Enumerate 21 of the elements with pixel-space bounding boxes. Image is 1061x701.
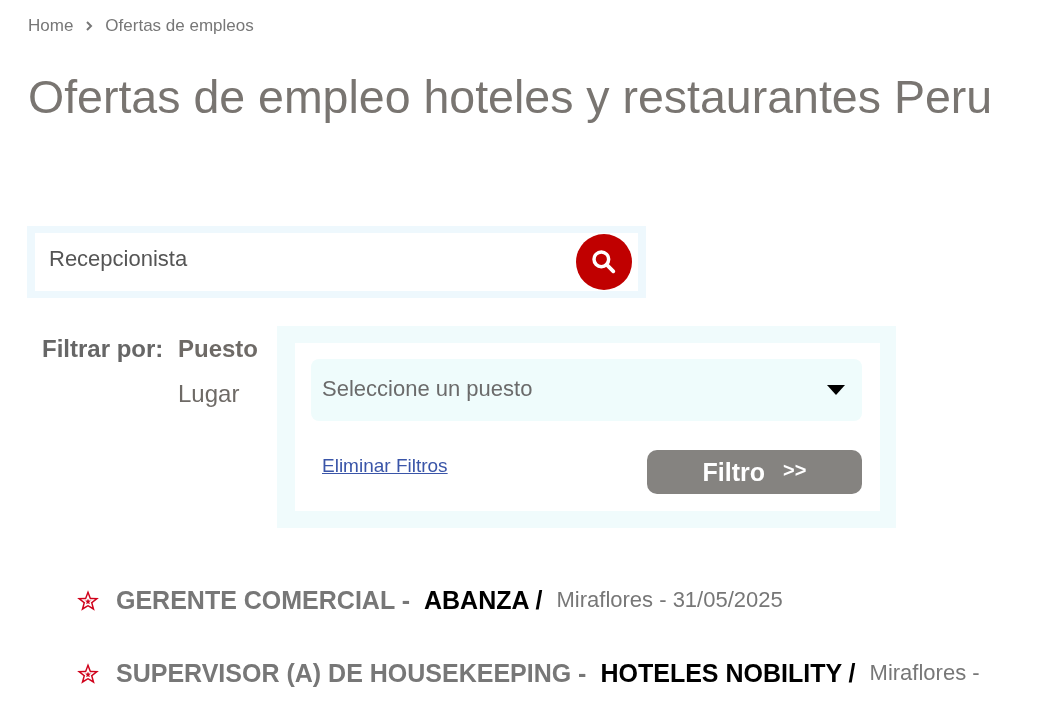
- company-name: HOTELES NOBILITY /: [600, 658, 856, 688]
- job-location-date: Miraflores -: [869, 660, 980, 686]
- page-title: Ofertas de empleo hoteles y restaurantes Peru: [28, 71, 994, 123]
- filter-button[interactable]: Filtro >>: [647, 450, 862, 494]
- filter-tab[interactable]: Lugar: [178, 380, 240, 408]
- filter-tab[interactable]: Puesto: [178, 335, 258, 363]
- clear-filters-link[interactable]: Eliminar Filtros: [322, 455, 448, 477]
- filter-label: Filtrar por:: [41, 334, 165, 363]
- breadcrumb-link[interactable]: Ofertas de empleos: [105, 16, 254, 36]
- position-select[interactable]: Seleccione un puesto: [311, 359, 862, 421]
- breadcrumb-link[interactable]: Home: [28, 16, 74, 36]
- chevron-right-icon: [85, 21, 94, 31]
- star-icon: [77, 662, 99, 684]
- job-title-link[interactable]: SUPERVISOR (A) DE HOUSEKEEPING -: [116, 658, 587, 688]
- search-icon: [592, 250, 616, 274]
- star-icon: [77, 589, 99, 611]
- search-field[interactable]: Recepcionista: [35, 233, 638, 291]
- job-location-date: Miraflores - 31/05/2025: [556, 587, 783, 613]
- job-title-link[interactable]: GERENTE COMERCIAL -: [116, 585, 410, 615]
- caret-down-icon: [827, 385, 845, 395]
- company-name: ABANZA /: [424, 585, 543, 615]
